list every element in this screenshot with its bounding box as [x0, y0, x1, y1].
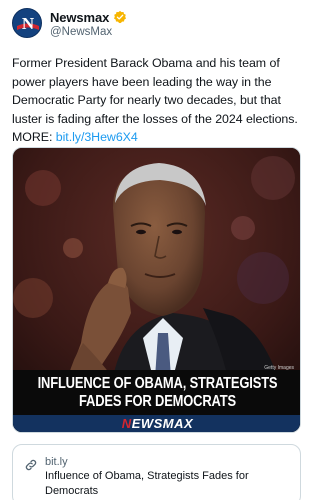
- link-icon: [24, 458, 38, 472]
- newsmax-wordmark-logo: NEWSMAX: [13, 416, 300, 431]
- tweet-header: N Newsmax @NewsMax: [12, 8, 300, 40]
- headline-line-2: FADES FOR DEMOCRATS: [79, 393, 236, 410]
- image-headline: INFLUENCE OF OBAMA, STRATEGISTS FADES FO…: [38, 375, 278, 411]
- avatar-letter: N: [22, 14, 35, 33]
- link-title: Influence of Obama, Strategists Fades fo…: [45, 470, 249, 497]
- newsmax-avatar[interactable]: N: [12, 8, 42, 38]
- brand-rest: EWSMAX: [131, 416, 194, 431]
- tweet-link[interactable]: bit.ly/3Hew6X4: [56, 130, 138, 144]
- brand-prefix: N: [121, 416, 132, 431]
- headline-line-1: INFLUENCE OF OBAMA, STRATEGISTS: [37, 375, 278, 392]
- verified-badge-icon[interactable]: [113, 10, 127, 24]
- newsmax-n-logo-icon: N: [13, 9, 41, 37]
- tweet-body: Former President Barack Obama and his te…: [12, 54, 302, 147]
- link-preview-card[interactable]: bit.ly Influence of Obama, Strategists F…: [12, 444, 301, 500]
- name-row: Newsmax: [50, 9, 127, 25]
- display-name[interactable]: Newsmax: [50, 10, 109, 25]
- link-domain: bit.ly: [45, 456, 68, 468]
- tweet-media-image[interactable]: Getty Images INFLUENCE OF OBAMA, STRATEG…: [12, 147, 301, 433]
- account-handle[interactable]: @NewsMax: [50, 26, 112, 38]
